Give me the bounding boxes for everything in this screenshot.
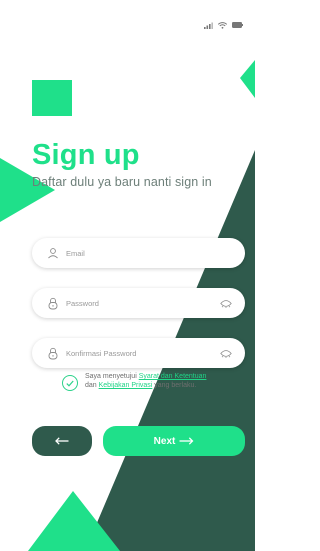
status-bar	[204, 20, 243, 30]
signal-icon	[204, 22, 213, 29]
privacy-policy-link[interactable]: Kebijakan Privasi	[99, 382, 153, 389]
password-input[interactable]	[66, 298, 219, 308]
arrow-left-icon	[55, 437, 69, 445]
checkmark-icon	[66, 380, 74, 387]
email-input[interactable]	[66, 248, 233, 258]
terms-conditions-link[interactable]: Syarat dan Ketentuan	[139, 373, 207, 380]
battery-icon	[232, 22, 243, 28]
terms-middle: dan	[85, 382, 99, 389]
user-icon	[46, 246, 60, 260]
page-title: Sign up	[32, 139, 140, 171]
page-subtitle: Daftar dulu ya baru nanti sign in	[32, 175, 212, 189]
terms-suffix: yang berlaku.	[152, 382, 197, 389]
top-right-triangle	[240, 60, 255, 98]
password-field[interactable]	[32, 288, 245, 318]
eye-icon[interactable]	[219, 297, 233, 309]
email-field[interactable]	[32, 238, 245, 268]
accent-square	[32, 80, 72, 116]
lock-icon	[46, 346, 60, 360]
arrow-right-icon	[179, 437, 194, 445]
next-button[interactable]: Next	[103, 426, 245, 456]
back-button[interactable]	[32, 426, 92, 456]
terms-agreement: Saya menyetujui Syarat dan Ketentuan dan…	[62, 372, 252, 391]
terms-prefix: Saya menyetujui	[85, 373, 139, 380]
confirm-password-input[interactable]	[66, 348, 219, 358]
terms-text: Saya menyetujui Syarat dan Ketentuan dan…	[85, 372, 206, 390]
eye-icon[interactable]	[219, 347, 233, 359]
confirm-password-field[interactable]	[32, 338, 245, 368]
lock-icon	[46, 296, 60, 310]
next-button-label: Next	[153, 435, 176, 447]
wifi-icon	[218, 21, 227, 29]
terms-checkbox[interactable]	[62, 375, 78, 391]
